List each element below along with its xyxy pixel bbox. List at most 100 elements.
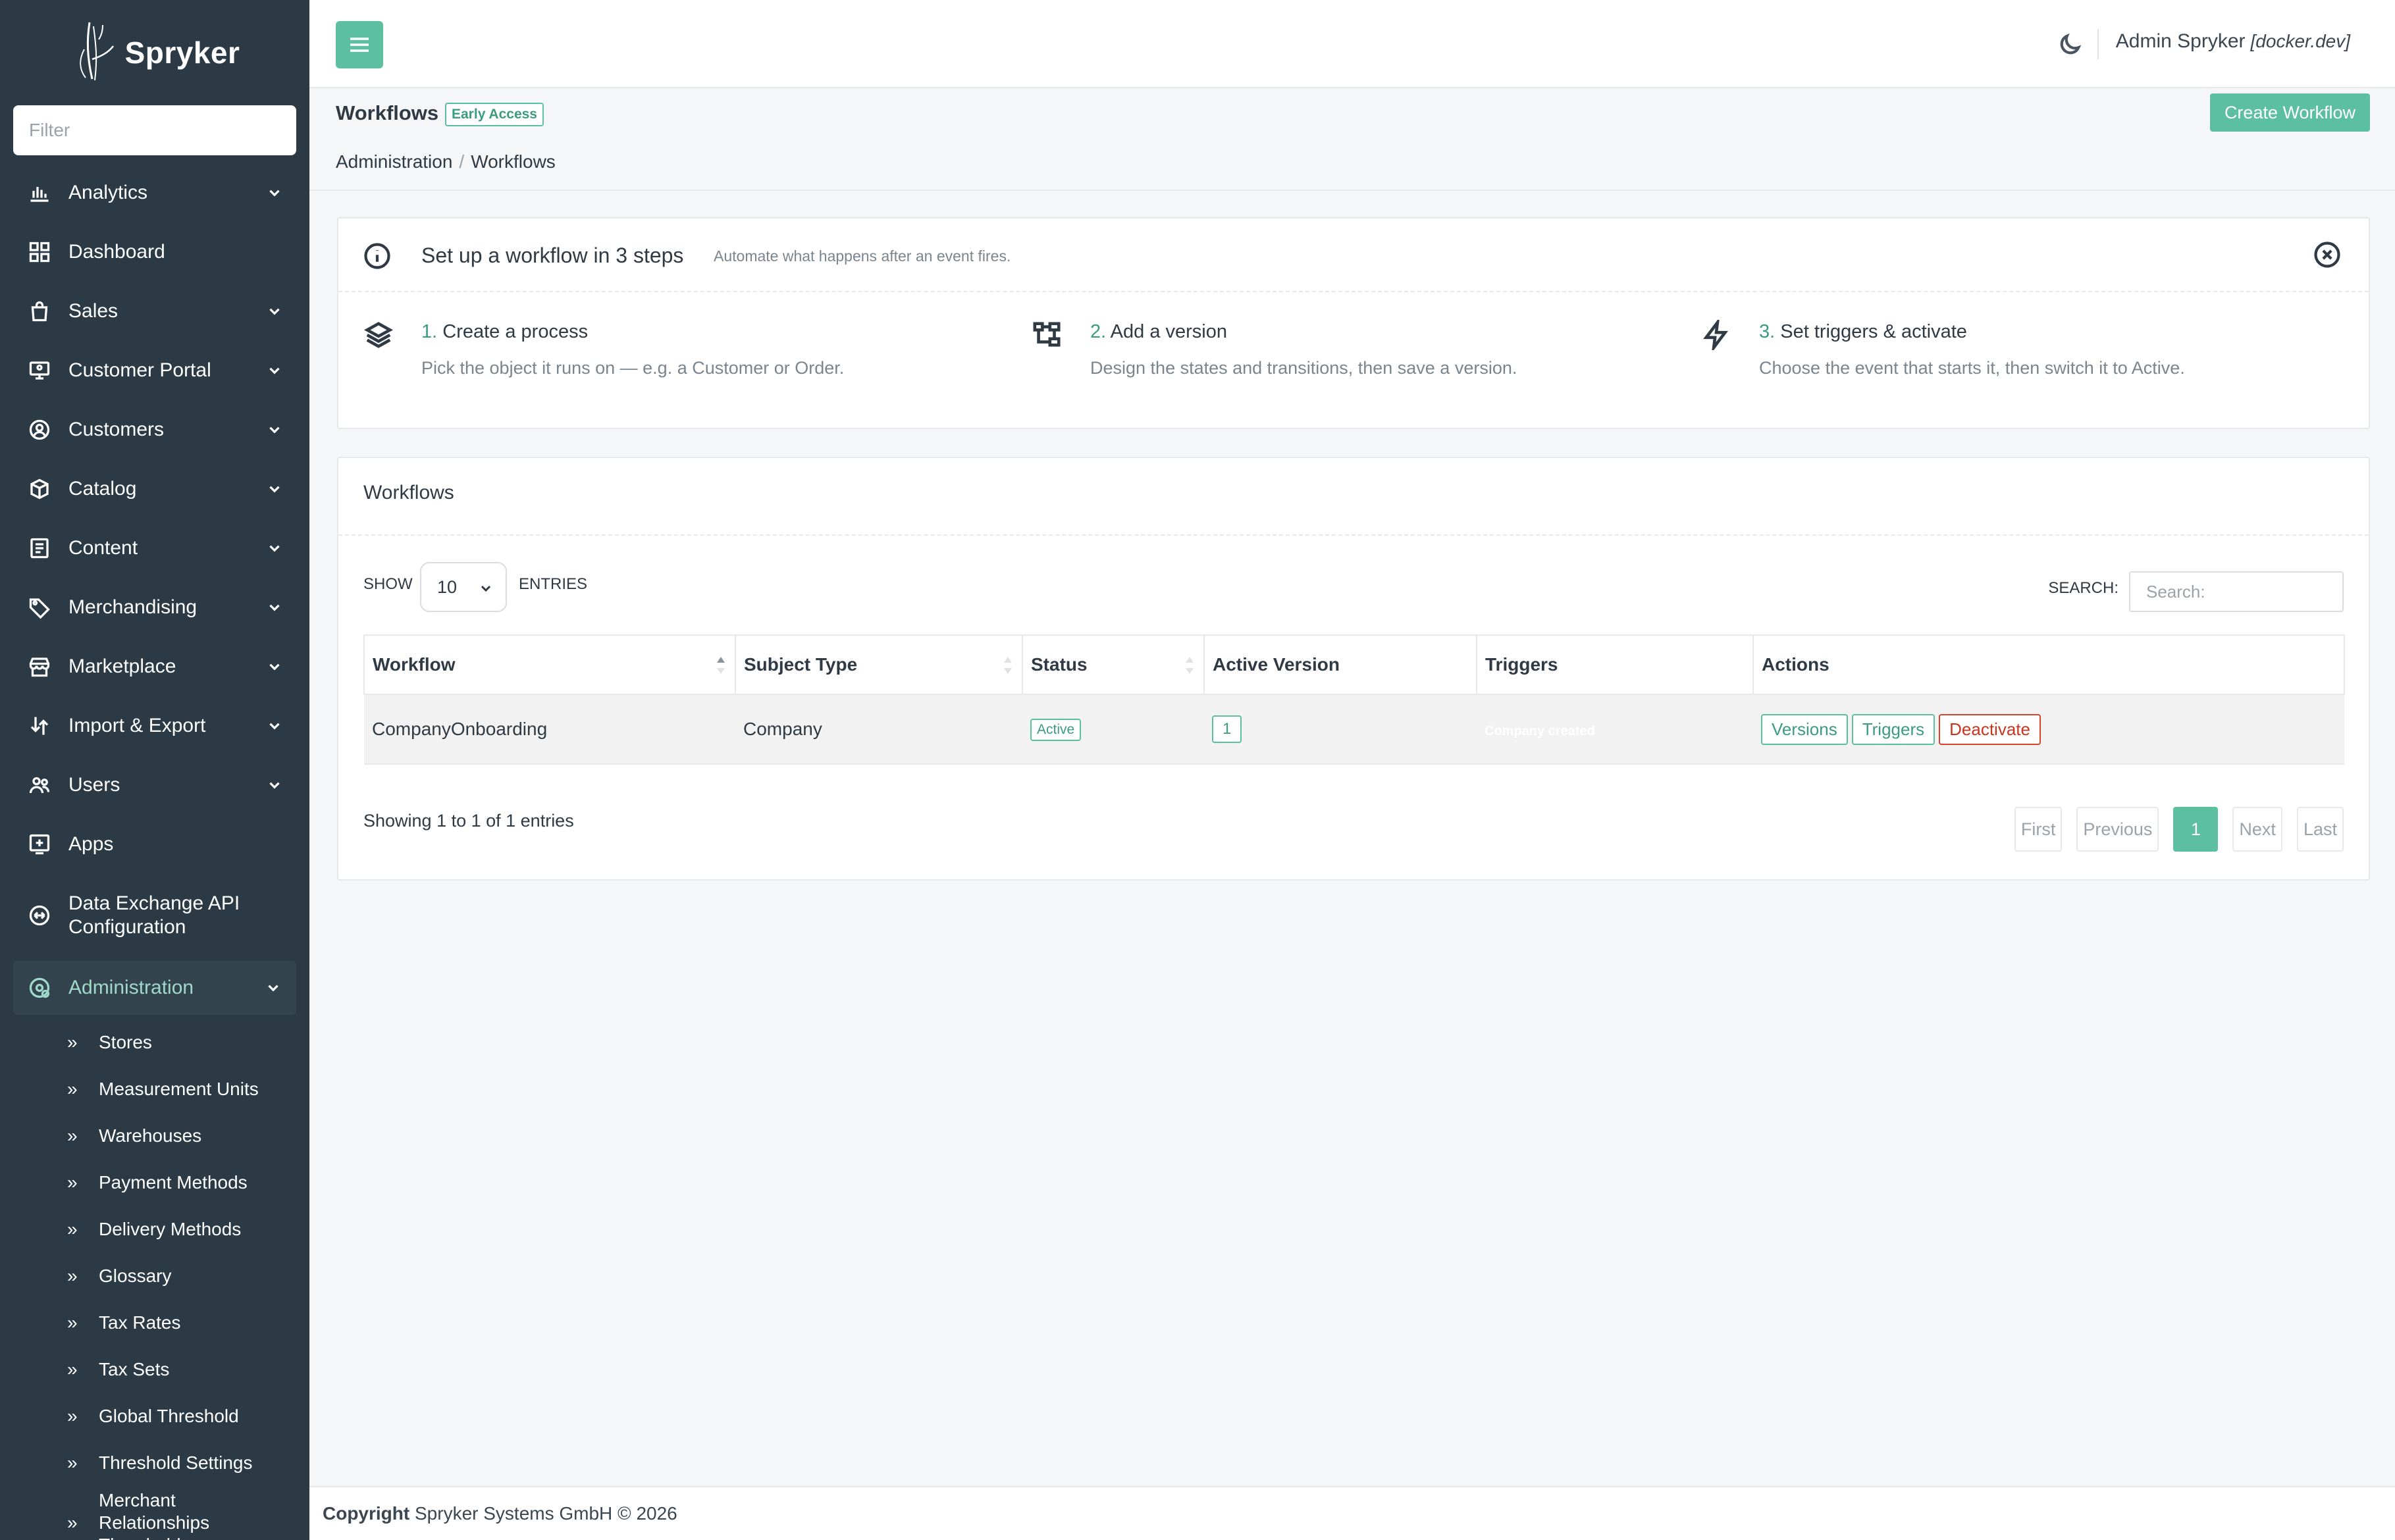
step-title: 2. Add a version: [1090, 321, 1227, 343]
step-number: 1.: [421, 321, 438, 342]
sidebar-item-marketplace[interactable]: Marketplace: [0, 637, 309, 696]
sidebar-item-data-exchange-api[interactable]: Data Exchange API Configuration: [0, 874, 309, 957]
sidebar-item-content[interactable]: Content: [0, 519, 309, 578]
pagination-next[interactable]: Next: [2232, 807, 2282, 852]
setup-info-panel: Set up a workflow in 3 steps Automate wh…: [337, 217, 2370, 429]
chevron-down-icon: [266, 599, 283, 616]
pagination-page-1[interactable]: 1: [2173, 807, 2219, 852]
brand-name: Spryker: [124, 36, 240, 70]
sidebar-item-label: Apps: [68, 833, 114, 855]
breadcrumb-item[interactable]: Administration: [336, 151, 452, 172]
sidebar-item-analytics[interactable]: Analytics: [0, 163, 309, 222]
sidebar-item-sales[interactable]: Sales: [0, 282, 309, 341]
menu-toggle-button[interactable]: [336, 21, 383, 68]
sidebar-item-label: Data Exchange API Configuration: [68, 892, 240, 938]
step-description: Design the states and transitions, then …: [1090, 358, 1517, 378]
sidebar-item-customers[interactable]: Customers: [0, 400, 309, 459]
sidebar-subitem-label: Measurement Units: [99, 1078, 259, 1099]
sidebar-item-label: Administration: [68, 977, 194, 998]
sidebar-item-customer-portal[interactable]: Customer Portal: [0, 341, 309, 400]
sidebar-subitem-threshold-settings[interactable]: » Threshold Settings: [0, 1439, 309, 1486]
search-input[interactable]: [2129, 571, 2344, 612]
sidebar-item-label: Catalog: [68, 478, 137, 500]
page-title: Workflows: [336, 101, 439, 124]
versions-button[interactable]: Versions: [1761, 713, 1848, 745]
sidebar-item-administration[interactable]: Administration: [13, 961, 296, 1015]
sidebar-subitem-stores[interactable]: » Stores: [0, 1019, 309, 1065]
sidebar-item-catalog[interactable]: Catalog: [0, 459, 309, 519]
step-number: 3.: [1759, 321, 1776, 342]
sidebar-subitem-measurement-units[interactable]: » Measurement Units: [0, 1065, 309, 1112]
double-chevron-right-icon: »: [67, 1512, 78, 1533]
create-workflow-button[interactable]: Create Workflow: [2209, 93, 2370, 132]
double-chevron-right-icon: »: [67, 1405, 78, 1426]
sidebar-item-import-export[interactable]: Import & Export: [0, 696, 309, 756]
sidebar-item-dashboard[interactable]: Dashboard: [0, 222, 309, 282]
early-access-badge: Early Access: [445, 103, 544, 126]
setup-steps: 1. Create a process Pick the object it r…: [338, 292, 2369, 429]
sidebar-item-label: Sales: [68, 300, 118, 322]
double-chevron-right-icon: »: [67, 1078, 78, 1099]
chevron-down-icon: [266, 540, 283, 557]
import-export-icon: [28, 714, 51, 738]
topbar: Admin Spryker [docker.dev]: [309, 0, 2395, 88]
sidebar-subitem-label: Merchant Relationships Threshold: [99, 1490, 210, 1540]
sidebar-subitem-delivery-methods[interactable]: » Delivery Methods: [0, 1206, 309, 1252]
column-header-status[interactable]: Status: [1022, 634, 1205, 695]
sidebar-subitem-glossary[interactable]: » Glossary: [0, 1252, 309, 1299]
column-header-label: Status: [1031, 654, 1088, 675]
sidebar-subitem-tax-sets[interactable]: » Tax Sets: [0, 1346, 309, 1393]
logo[interactable]: Spryker: [0, 0, 309, 105]
page-size-select[interactable]: 10: [420, 562, 507, 612]
close-icon[interactable]: [2313, 241, 2344, 271]
dark-mode-toggle-icon[interactable]: [2057, 32, 2083, 58]
sidebar-subitem-merchant-relationships-threshold[interactable]: » Merchant Relationships Threshold: [0, 1486, 309, 1540]
workflows-panel-title: Workflows: [363, 482, 454, 503]
sidebar-item-apps[interactable]: Apps: [0, 815, 309, 874]
breadcrumb-separator: /: [459, 151, 465, 172]
admin-gear-icon: [28, 976, 51, 1000]
version-badge[interactable]: 1: [1212, 715, 1242, 743]
spryker-logo-icon: [79, 22, 114, 81]
bar-chart-icon: [28, 181, 51, 205]
sidebar-item-label: Import & Export: [68, 715, 206, 736]
pagination-last[interactable]: Last: [2296, 807, 2344, 852]
sidebar-filter[interactable]: [13, 105, 296, 155]
chevron-down-icon: [265, 979, 282, 996]
pagination-first[interactable]: First: [2014, 807, 2063, 852]
sidebar-item-merchandising[interactable]: Merchandising: [0, 578, 309, 637]
sidebar-subitem-payment-methods[interactable]: » Payment Methods: [0, 1159, 309, 1206]
sidebar-subitem-label: Stores: [99, 1031, 152, 1052]
copyright-owner: Spryker Systems GmbH © 2026: [415, 1503, 677, 1524]
sidebar-item-label: Dashboard: [68, 241, 165, 263]
breadcrumb: Administration / Workflows: [336, 151, 556, 172]
hamburger-icon: [350, 38, 369, 52]
sidebar-item-users[interactable]: Users: [0, 756, 309, 815]
user-menu[interactable]: Admin Spryker [docker.dev]: [2116, 30, 2350, 53]
sidebar-item-label: Merchandising: [68, 596, 197, 618]
step-title: 1. Create a process: [421, 321, 588, 343]
step-title-text: Add a version: [1110, 321, 1227, 342]
filter-input[interactable]: [29, 120, 280, 141]
chevron-down-icon: [266, 421, 283, 438]
setup-info-header: Set up a workflow in 3 steps Automate wh…: [338, 218, 2369, 292]
workflows-panel-header: Workflows: [338, 458, 2369, 536]
step-title: 3. Set triggers & activate: [1759, 321, 1967, 343]
sidebar-subitem-warehouses[interactable]: » Warehouses: [0, 1112, 309, 1159]
user-circle-icon: [28, 418, 51, 442]
cell-active-version: 1: [1204, 694, 1477, 765]
sidebar-subitem-label: Warehouses: [99, 1125, 202, 1146]
table-header-row: Workflow Subject Type Status Active Vers…: [363, 634, 2345, 695]
sidebar-subitem-global-threshold[interactable]: » Global Threshold: [0, 1393, 309, 1439]
column-header-workflow[interactable]: Workflow: [363, 634, 736, 695]
pagination-previous[interactable]: Previous: [2076, 807, 2159, 852]
deactivate-button[interactable]: Deactivate: [1939, 713, 2041, 745]
entries-label: ENTRIES: [519, 575, 588, 593]
triggers-button[interactable]: Triggers: [1851, 713, 1935, 745]
column-header-subject-type[interactable]: Subject Type: [735, 634, 1023, 695]
sidebar-subitem-tax-rates[interactable]: » Tax Rates: [0, 1299, 309, 1346]
hierarchy-icon: [1032, 320, 1063, 350]
column-header-actions: Actions: [1752, 634, 2345, 695]
sidebar-item-label: Content: [68, 537, 138, 559]
sort-icon: [1002, 654, 1014, 677]
